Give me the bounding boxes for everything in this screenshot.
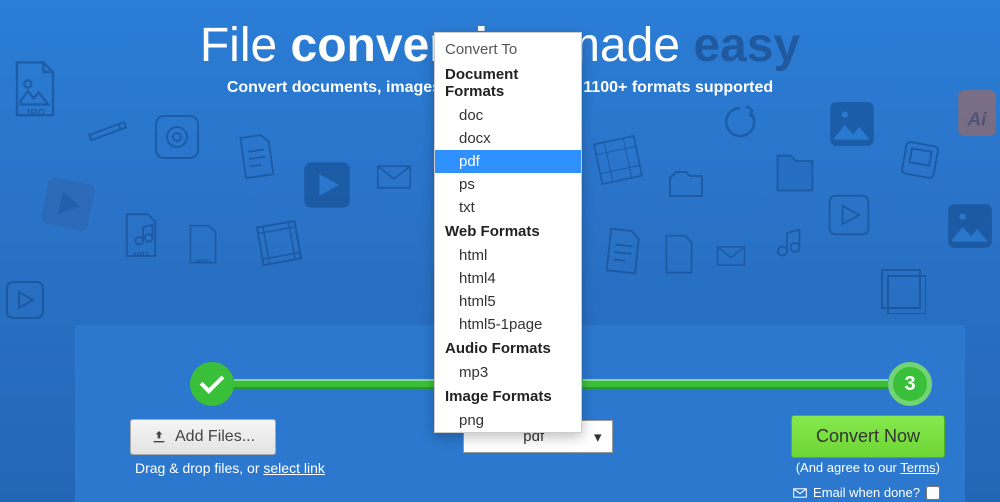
- email-checkbox[interactable]: [926, 486, 940, 500]
- convert-to-dropdown[interactable]: Convert To Document Formatsdocdocxpdfpst…: [434, 32, 582, 433]
- dropdown-item-pdf[interactable]: pdf: [435, 150, 581, 173]
- add-files-button[interactable]: Add Files...: [130, 419, 276, 455]
- dropdown-item-png[interactable]: png: [435, 409, 581, 432]
- dropdown-item-txt[interactable]: txt: [435, 196, 581, 219]
- drag-hint: Drag & drop files, or select link: [135, 460, 325, 476]
- svg-text:JPG: JPG: [24, 107, 46, 119]
- dropdown-item-mp3[interactable]: mp3: [435, 361, 581, 384]
- add-files-label: Add Files...: [175, 428, 255, 446]
- step-1-done: [190, 362, 234, 406]
- dropdown-item-html4[interactable]: html4: [435, 267, 581, 290]
- convert-button[interactable]: Convert Now: [791, 415, 945, 458]
- dropdown-item-doc[interactable]: doc: [435, 104, 581, 127]
- select-link[interactable]: select link: [263, 460, 324, 476]
- terms-link[interactable]: Terms: [900, 460, 935, 475]
- dropdown-title: Convert To: [435, 33, 581, 62]
- dropdown-item-html[interactable]: html: [435, 244, 581, 267]
- dropdown-item-docx[interactable]: docx: [435, 127, 581, 150]
- progress-segment: [583, 379, 888, 389]
- terms-note: (And agree to our Terms): [796, 460, 940, 475]
- svg-text:Ai: Ai: [967, 109, 988, 130]
- dropdown-item-html5[interactable]: html5: [435, 290, 581, 313]
- dropdown-item-html5-1page[interactable]: html5-1page: [435, 313, 581, 336]
- step-3: 3: [888, 362, 932, 406]
- email-label: Email when done?: [813, 485, 920, 500]
- upload-icon: [151, 429, 167, 445]
- svg-text:MOV: MOV: [195, 258, 211, 265]
- dropdown-group: Audio Formats: [435, 336, 581, 361]
- dropdown-group: Image Formats: [435, 384, 581, 409]
- dropdown-item-ps[interactable]: ps: [435, 173, 581, 196]
- svg-text:MP3: MP3: [133, 250, 149, 259]
- dropdown-group: Document Formats: [435, 62, 581, 104]
- mail-icon: [793, 488, 807, 498]
- dropdown-group: Web Formats: [435, 219, 581, 244]
